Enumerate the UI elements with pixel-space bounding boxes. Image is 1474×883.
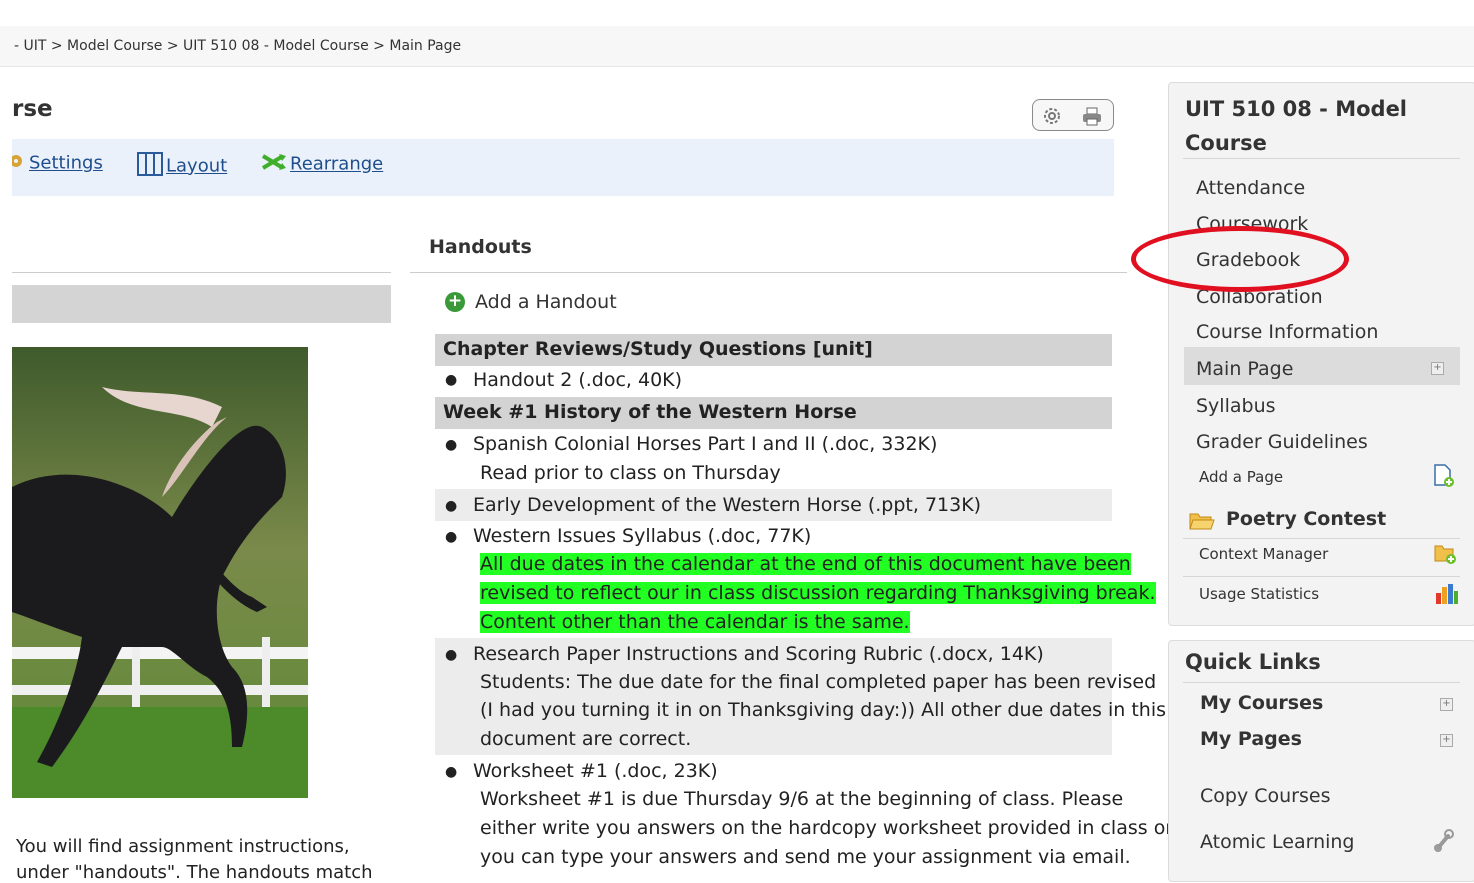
handout-link[interactable]: Western Issues Syllabus (.doc, 77K) [473, 525, 811, 547]
left-intro-text-2: under "handouts". The handouts match [16, 862, 373, 883]
handouts-divider [410, 272, 1127, 273]
annotation-circle [1131, 226, 1349, 292]
highlighted-note: revised to reflect our in class discussi… [480, 582, 1156, 604]
my-courses-link[interactable]: My Courses [1200, 692, 1323, 714]
sidebar-item-course-information[interactable]: Course Information [1196, 321, 1378, 343]
print-icon[interactable] [1081, 106, 1103, 126]
my-pages-link[interactable]: My Pages [1200, 728, 1302, 750]
context-manager-link[interactable]: Context Manager [1199, 545, 1328, 563]
sidebar-item-attendance[interactable]: Attendance [1196, 177, 1305, 199]
highlighted-note: Content other than the calendar is the s… [480, 611, 910, 633]
handout-description: Worksheet #1 is due Thursday 9/6 at the … [480, 788, 1124, 810]
add-handout-link[interactable]: + Add a Handout [445, 291, 617, 313]
bullet: ● [445, 498, 458, 514]
page-tools [1032, 99, 1114, 131]
link-icon[interactable] [1434, 828, 1456, 852]
handout-description: either write you answers on the hardcopy… [480, 817, 1174, 839]
sidebar-item-syllabus[interactable]: Syllabus [1196, 395, 1276, 417]
course-title: UIT 510 08 - Model Course [1185, 97, 1408, 155]
handouts-title: Handouts [429, 236, 532, 258]
handout-description: you can type your answers and send me yo… [480, 846, 1131, 868]
list-item: ● Worksheet #1 (.doc, 23K) Worksheet #1 … [435, 755, 1173, 872]
settings-link[interactable]: Settings [10, 152, 103, 175]
list-item: ● Spanish Colonial Horses Part I and II … [435, 429, 1112, 489]
left-divider [12, 272, 391, 273]
expand-icon[interactable]: + [1431, 362, 1444, 375]
folder-icon [1189, 513, 1215, 530]
context-manager-icon[interactable] [1434, 543, 1458, 565]
bullet: ● [445, 529, 458, 545]
handout-link[interactable]: Research Paper Instructions and Scoring … [473, 643, 1044, 665]
bullet: ● [445, 372, 458, 388]
left-section-header [12, 285, 391, 323]
breadcrumb[interactable]: - UIT > Model Course > UIT 510 08 - Mode… [14, 38, 461, 54]
expand-icon[interactable]: + [1440, 734, 1453, 747]
handout-description: Students: The due date for the final com… [480, 671, 1157, 693]
expand-icon[interactable]: + [1440, 698, 1453, 711]
bullet: ● [445, 647, 458, 663]
rearrange-icon [261, 152, 287, 177]
gear-icon[interactable] [1042, 106, 1062, 126]
rearrange-label: Rearrange [290, 153, 384, 175]
handout-description: document are correct. [480, 728, 692, 750]
handout-link[interactable]: Handout 2 (.doc, 40K) [473, 369, 682, 391]
usage-statistics-link[interactable]: Usage Statistics [1199, 585, 1319, 603]
unit-header: Chapter Reviews/Study Questions [unit] [435, 334, 1112, 366]
top-band [0, 0, 1474, 8]
list-item: ● Western Issues Syllabus (.doc, 77K) Al… [435, 521, 1156, 638]
add-page-link[interactable]: Add a Page [1199, 468, 1283, 486]
copy-courses-link[interactable]: Copy Courses [1200, 785, 1330, 807]
settings-label: Settings [29, 152, 103, 174]
left-intro-text: You will find assignment instructions, [16, 836, 350, 857]
handout-description: (I had you turning it in on Thanksgiving… [480, 699, 1167, 721]
list-item: ● Research Paper Instructions and Scorin… [435, 638, 1166, 755]
rearrange-link[interactable]: Rearrange [261, 152, 383, 177]
sidebar-divider [1183, 158, 1460, 159]
sidebar-divider [1183, 576, 1460, 577]
sidebar-divider [1183, 538, 1460, 539]
handout-description: Read prior to class on Thursday [480, 462, 781, 484]
bullet: ● [445, 437, 458, 453]
sidebar-item-main-page[interactable]: Main Page [1196, 358, 1293, 380]
settings-icon [10, 152, 26, 175]
page-title: rse [12, 96, 53, 122]
sidebar-item-grader-guidelines[interactable]: Grader Guidelines [1196, 431, 1368, 453]
add-handout-label: Add a Handout [475, 291, 617, 313]
highlighted-note: All due dates in the calendar at the end… [480, 553, 1131, 575]
quick-links-title: Quick Links [1185, 650, 1321, 674]
layout-label: Layout [166, 155, 228, 177]
quick-links-divider [1183, 682, 1460, 683]
add-icon: + [445, 292, 465, 312]
layout-icon [137, 152, 163, 181]
bar-chart-icon[interactable] [1435, 583, 1459, 605]
add-page-icon[interactable] [1432, 464, 1456, 488]
list-item: ● Early Development of the Western Horse… [435, 489, 1112, 521]
layout-link[interactable]: Layout [137, 152, 227, 181]
bullet: ● [445, 764, 458, 780]
handout-link[interactable]: Worksheet #1 (.doc, 23K) [473, 760, 718, 782]
folder-poetry-contest[interactable]: Poetry Contest [1226, 508, 1386, 530]
list-item: ● Handout 2 (.doc, 40K) [435, 366, 1112, 396]
handout-link[interactable]: Spanish Colonial Horses Part I and II (.… [473, 433, 937, 455]
atomic-learning-link[interactable]: Atomic Learning [1200, 831, 1355, 853]
handout-link[interactable]: Early Development of the Western Horse (… [473, 494, 981, 516]
unit-header: Week #1 History of the Western Horse [435, 397, 1112, 429]
horse-image [12, 347, 308, 798]
